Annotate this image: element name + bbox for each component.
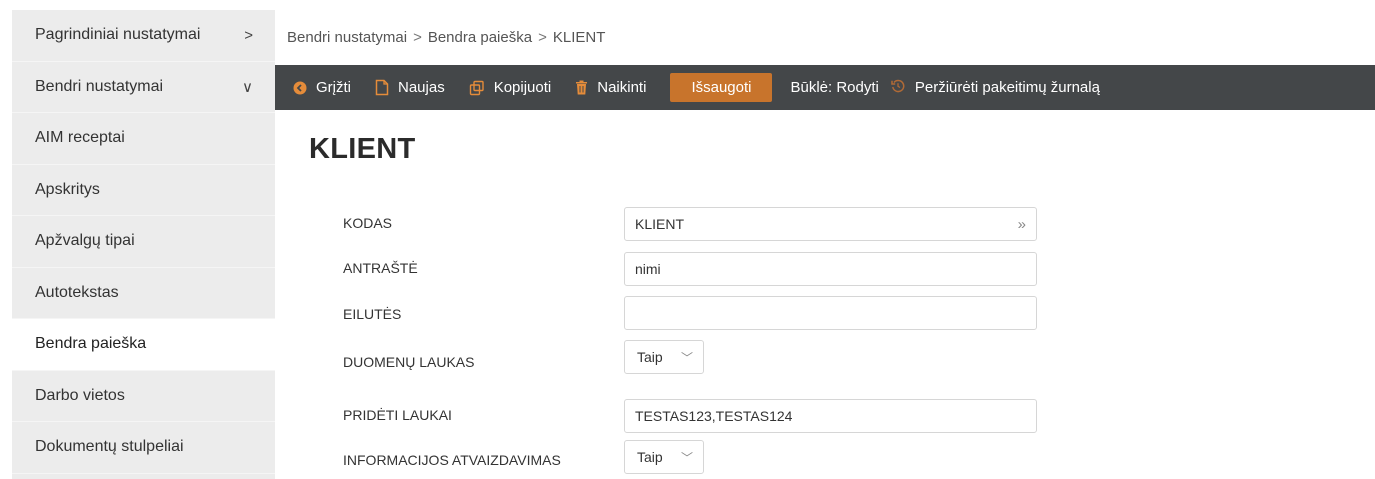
chevron-down-icon: ﹀ <box>680 350 693 365</box>
sidebar-item-label: Apskritys <box>35 180 100 198</box>
prideti-laukai-label: PRIDĖTI LAUKAI <box>343 407 452 423</box>
page-title: KLIENT <box>309 133 416 165</box>
trash-icon <box>575 80 588 95</box>
eilutes-field[interactable] <box>624 296 1037 330</box>
new-button[interactable]: Naujas <box>375 79 445 96</box>
chevron-down-icon: ﹀ <box>680 450 693 465</box>
sidebar-item-apzvalgu-tipai[interactable]: Apžvalgų tipai <box>12 216 275 268</box>
informacijos-atvaizdavimas-label: INFORMACIJOS ATVAIZDAVIMAS <box>343 452 561 468</box>
copy-icon <box>469 80 485 96</box>
sidebar-item-label: Pagrindiniai nustatymai <box>35 26 201 44</box>
kodas-label: KODAS <box>343 215 393 231</box>
sidebar-item-pagrindiniai-nustatymai[interactable]: Pagrindiniai nustatymai > <box>12 10 275 62</box>
double-chevron-right-icon[interactable]: » <box>1018 216 1026 233</box>
arrow-circle-left-icon <box>293 81 307 95</box>
breadcrumb-item[interactable]: Bendra paieška <box>428 29 532 46</box>
antraste-label: ANTRAŠTĖ <box>343 260 418 276</box>
sidebar-item-bendri-nustatymai[interactable]: Bendri nustatymai ∨ <box>12 62 275 113</box>
copy-label: Kopijuoti <box>493 79 552 96</box>
file-icon <box>375 79 389 96</box>
delete-label: Naikinti <box>597 79 647 96</box>
sidebar-item-label: Dokumentų stulpeliai <box>35 438 184 456</box>
save-button[interactable]: Išsaugoti <box>670 73 773 102</box>
breadcrumb-separator: > <box>538 29 547 46</box>
breadcrumb: Bendri nustatymai > Bendra paieška > KLI… <box>275 10 1375 65</box>
status-label[interactable]: Būklė: Rodyti <box>790 79 878 96</box>
copy-button[interactable]: Kopijuoti <box>469 79 552 96</box>
delete-button[interactable]: Naikinti <box>575 79 646 96</box>
history-icon <box>891 79 905 97</box>
duomenu-laukas-select[interactable]: Taip ﹀ <box>624 340 704 374</box>
prideti-laukai-value: TESTAS123,TESTAS124 <box>635 408 793 424</box>
informacijos-atvaizdavimas-value: Taip <box>637 449 663 465</box>
sidebar-item-autotekstas[interactable]: Autotekstas <box>12 268 275 319</box>
back-label: Grįžti <box>316 79 351 96</box>
sidebar-item-apskritys[interactable]: Apskritys <box>12 165 275 216</box>
antraste-value: nimi <box>635 261 661 277</box>
breadcrumb-item[interactable]: Bendri nustatymai <box>287 29 407 46</box>
breadcrumb-item: KLIENT <box>552 29 606 46</box>
kodas-field[interactable]: KLIENT » <box>624 207 1037 241</box>
sidebar-item-label: Autotekstas <box>35 283 119 301</box>
chevron-down-icon: ∨ <box>242 78 253 96</box>
sidebar: Pagrindiniai nustatymai > Bendri nustaty… <box>12 10 275 479</box>
informacijos-atvaizdavimas-select[interactable]: Taip ﹀ <box>624 440 704 474</box>
prideti-laukai-field[interactable]: TESTAS123,TESTAS124 <box>624 399 1037 433</box>
sidebar-item-dokumentu-stulpeliai[interactable]: Dokumentų stulpeliai <box>12 422 275 474</box>
sidebar-item-bendra-paieska[interactable]: Bendra paieška <box>12 319 275 371</box>
antraste-field[interactable]: nimi <box>624 252 1037 286</box>
journal-label: Peržiūrėti pakeitimų žurnalą <box>914 79 1100 96</box>
sidebar-item-label: Darbo vietos <box>35 386 125 404</box>
new-label: Naujas <box>398 79 445 96</box>
duomenu-laukas-label: DUOMENŲ LAUKAS <box>343 354 475 370</box>
sidebar-item-label: Bendra paieška <box>35 335 147 353</box>
eilutes-label: EILUTĖS <box>343 306 402 322</box>
chevron-right-icon: > <box>244 26 253 44</box>
kodas-value: KLIENT <box>635 216 685 232</box>
sidebar-item-darbo-vietos[interactable]: Darbo vietos <box>12 371 275 422</box>
main-content: Bendri nustatymai > Bendra paieška > KLI… <box>275 10 1375 479</box>
breadcrumb-separator: > <box>413 29 422 46</box>
sidebar-item-label: AIM receptai <box>35 129 125 147</box>
toolbar: Grįžti Naujas Kopijuoti Naikinti Išsaugo… <box>275 65 1375 110</box>
back-button[interactable]: Grįžti <box>293 79 351 96</box>
sidebar-item-label: Apžvalgų tipai <box>35 232 135 250</box>
duomenu-laukas-value: Taip <box>637 349 663 365</box>
sidebar-item-aim-receptai[interactable]: AIM receptai <box>12 113 275 165</box>
sidebar-item-label: Bendri nustatymai <box>35 77 164 95</box>
view-change-log-button[interactable]: Peržiūrėti pakeitimų žurnalą <box>891 79 1100 97</box>
